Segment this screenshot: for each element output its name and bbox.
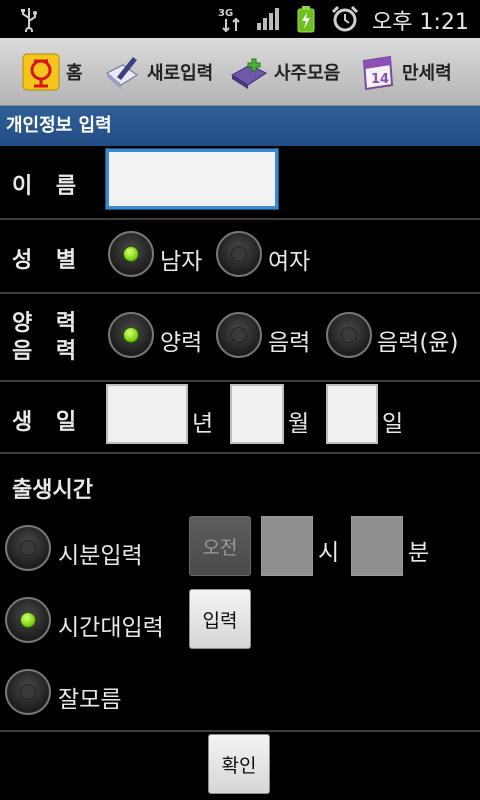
- toolbar-saju-collection-label: 사주모음: [274, 63, 341, 84]
- time-mode-period-label[interactable]: 시간대입력: [58, 608, 164, 642]
- usb-icon: [21, 8, 37, 32]
- time-mode-unknown-radio[interactable]: [5, 669, 51, 715]
- toolbar-home-button[interactable]: 홈: [22, 38, 83, 106]
- time-mode-unknown-label[interactable]: 잘모름: [58, 680, 121, 714]
- gender-male-radio[interactable]: [108, 231, 154, 277]
- name-input[interactable]: [106, 149, 278, 209]
- birth-month-input[interactable]: [230, 384, 284, 444]
- hour-input[interactable]: [261, 516, 313, 576]
- svg-text:3G: 3G: [218, 8, 233, 19]
- status-time: 오후 1:21: [372, 10, 469, 35]
- calendar-lunar-label[interactable]: 음력: [268, 323, 310, 357]
- divider: [0, 380, 480, 382]
- toolbar: 홈 새로입력 사주모음 14 만세력: [0, 38, 480, 106]
- time-period-input-button[interactable]: 입력: [189, 589, 251, 649]
- toolbar-home-label: 홈: [66, 63, 83, 84]
- gender-male-label[interactable]: 남자: [160, 242, 202, 276]
- calendar-lunar-leap-radio[interactable]: [326, 312, 372, 358]
- battery-charging-icon: [297, 6, 315, 33]
- calendar-solar-radio[interactable]: [108, 312, 154, 358]
- divider: [0, 730, 480, 732]
- year-unit: 년: [192, 411, 214, 437]
- birth-day-input[interactable]: [326, 384, 378, 444]
- signal-icon: [257, 8, 279, 30]
- network-3g-icon: 3G: [218, 8, 240, 33]
- time-mode-period-radio[interactable]: [5, 597, 51, 643]
- calendar-lunar-radio[interactable]: [216, 312, 262, 358]
- ampm-button[interactable]: 오전: [189, 516, 251, 576]
- new-entry-icon: [106, 57, 138, 89]
- calendar-icon: 14: [362, 55, 394, 91]
- svg-text:14: 14: [371, 72, 389, 87]
- time-mode-hour-minute-label[interactable]: 시분입력: [58, 536, 143, 570]
- calendar-type-label-lunar: 음 력: [12, 339, 85, 364]
- gender-female-label[interactable]: 여자: [268, 242, 310, 276]
- name-label: 이 름: [12, 174, 85, 199]
- calendar-type-label: 양 력 음 력: [12, 310, 84, 366]
- toolbar-calendar-button[interactable]: 14 만세력: [358, 38, 452, 106]
- status-bar: 3G 오후 1:21: [0, 0, 480, 38]
- gender-label: 성 별: [12, 248, 85, 273]
- hour-unit: 시: [318, 540, 340, 566]
- divider: [0, 452, 480, 454]
- toolbar-new-entry-label: 새로입력: [147, 63, 214, 84]
- confirm-button[interactable]: 확인: [208, 734, 270, 794]
- section-title: 개인정보 입력: [6, 115, 112, 136]
- calendar-type-label-solar: 양 력: [12, 311, 85, 336]
- section-header: 개인정보 입력: [0, 106, 480, 146]
- divider: [0, 218, 480, 220]
- birthday-label: 생 일: [12, 410, 85, 435]
- minute-input[interactable]: [351, 516, 403, 576]
- calendar-solar-label[interactable]: 양력: [160, 323, 202, 357]
- toolbar-calendar-label: 만세력: [402, 63, 452, 84]
- divider: [0, 292, 480, 294]
- minute-unit: 분: [408, 540, 430, 566]
- toolbar-saju-collection-button[interactable]: 사주모음: [230, 38, 340, 106]
- month-unit: 월: [288, 411, 310, 437]
- birth-time-title: 출생시간: [12, 478, 93, 503]
- toolbar-new-entry-button[interactable]: 새로입력: [103, 38, 213, 106]
- calendar-lunar-leap-label[interactable]: 음력(윤): [377, 323, 458, 357]
- home-icon: [22, 53, 60, 91]
- birth-year-input[interactable]: [106, 384, 188, 444]
- alarm-icon: [331, 5, 359, 32]
- day-unit: 일: [382, 411, 404, 437]
- time-mode-hour-minute-radio[interactable]: [5, 525, 51, 571]
- gender-female-radio[interactable]: [216, 231, 262, 277]
- saju-book-icon: [231, 58, 267, 89]
